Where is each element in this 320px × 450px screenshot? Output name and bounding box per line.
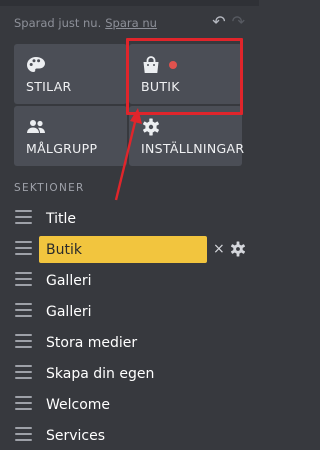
section-label[interactable]: Services [39, 422, 207, 449]
drag-handle-icon[interactable] [15, 210, 32, 226]
section-label[interactable]: Butik [39, 236, 207, 263]
menu-tiles: STILAR BUTIK MÅLGRUPP INSTÄLLNINGAR [14, 44, 245, 166]
section-label[interactable]: Title [39, 205, 207, 232]
section-row: Title [0, 203, 259, 234]
top-strip [0, 0, 259, 6]
drag-handle-icon[interactable] [15, 427, 32, 443]
drag-handle-icon[interactable] [15, 272, 32, 288]
section-label[interactable]: Stora medier [39, 329, 207, 356]
section-label[interactable]: Welcome [39, 391, 207, 418]
people-icon [27, 120, 45, 133]
section-row: Welcome [0, 389, 259, 420]
drag-handle-icon[interactable] [15, 241, 32, 257]
drag-handle-icon[interactable] [15, 396, 32, 412]
redo-icon[interactable]: ↷ [232, 14, 245, 30]
undo-redo-group: ↶ ↷ [212, 14, 245, 30]
drag-handle-icon[interactable] [15, 303, 32, 319]
tile-stilar[interactable]: STILAR [14, 44, 127, 104]
notification-dot [169, 61, 177, 69]
tile-label: STILAR [26, 79, 72, 94]
section-list: Title Butik × Galleri Galleri Stora medi [0, 203, 259, 450]
drag-handle-icon[interactable] [15, 365, 32, 381]
tile-label: BUTIK [141, 79, 180, 94]
section-label[interactable]: Galleri [39, 298, 207, 325]
save-status-text: Sparad just nu. [14, 16, 102, 30]
tile-label: INSTÄLLNINGAR [141, 141, 245, 156]
save-now-link[interactable]: Spara nu [105, 16, 157, 30]
section-row: Stora medier [0, 327, 259, 358]
section-label[interactable]: Skapa din egen [39, 360, 207, 387]
tile-butik[interactable]: BUTIK [129, 44, 242, 104]
tile-label: MÅLGRUPP [26, 141, 98, 156]
sections-heading: SEKTIONER [14, 182, 85, 194]
undo-icon[interactable]: ↶ [212, 14, 225, 30]
save-status: Sparad just nu. Spara nu [14, 12, 157, 34]
drag-handle-icon[interactable] [15, 334, 32, 350]
gear-icon [143, 118, 159, 136]
section-label[interactable]: Galleri [39, 267, 207, 294]
section-row: Galleri [0, 296, 259, 327]
palette-icon [27, 57, 45, 72]
tile-installningar[interactable]: INSTÄLLNINGAR [129, 106, 245, 166]
tile-malgrupp[interactable]: MÅLGRUPP [14, 106, 127, 166]
close-icon[interactable]: × [213, 241, 225, 257]
section-row: Skapa din egen [0, 358, 259, 389]
section-row-active: Butik × [0, 234, 259, 265]
shopping-bag-icon [143, 56, 159, 73]
gear-icon[interactable] [230, 241, 246, 257]
section-row: Galleri [0, 265, 259, 296]
section-row: Services [0, 420, 259, 450]
